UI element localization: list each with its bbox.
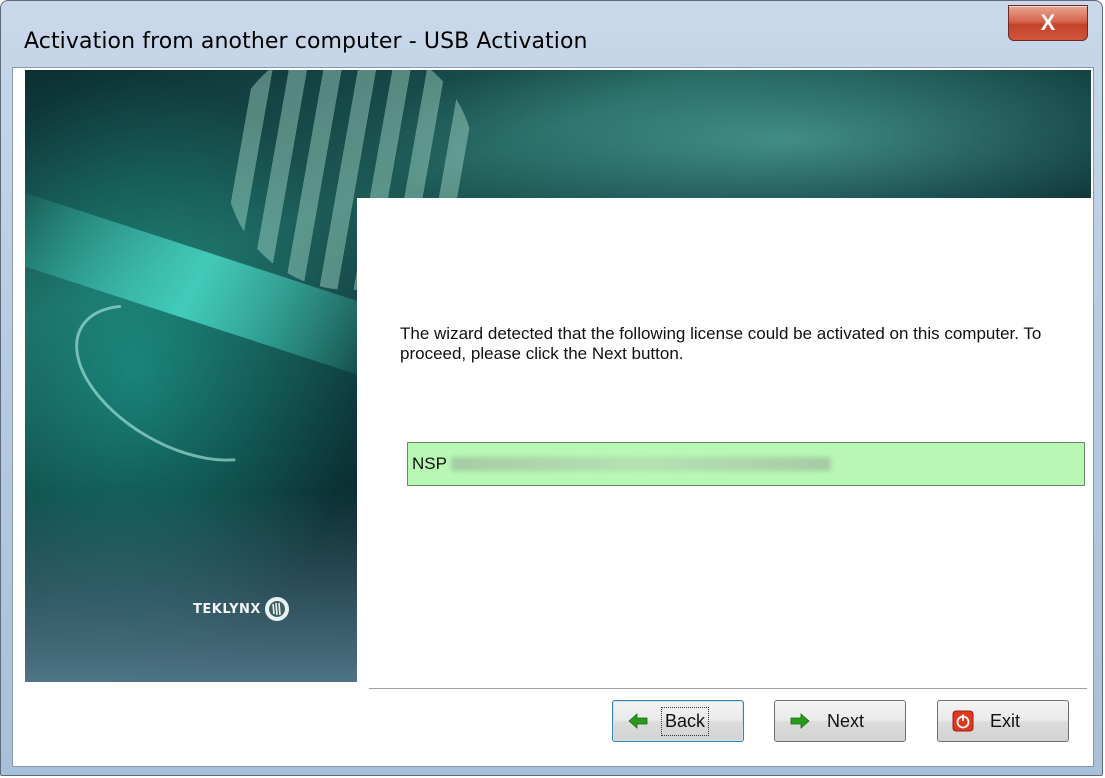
license-field: NSP <box>407 442 1085 486</box>
exit-button[interactable]: Exit <box>937 700 1069 742</box>
arrow-right-icon <box>789 710 811 732</box>
window-title: Activation from another computer - USB A… <box>24 29 588 54</box>
teklynx-logo: TEKLYNX <box>193 597 289 621</box>
license-value-redacted <box>450 457 831 471</box>
arrow-left-icon <box>627 710 649 732</box>
wizard-body: TEKLYNX The wizard detected that the fol… <box>12 67 1094 767</box>
exit-button-label: Exit <box>990 710 1021 731</box>
banner-image: TEKLYNX The wizard detected that the fol… <box>25 70 1091 682</box>
next-button-label: Next <box>827 710 865 731</box>
power-icon <box>952 710 974 732</box>
title-bar[interactable]: Activation from another computer - USB A… <box>1 1 1102 65</box>
content-panel: The wizard detected that the following l… <box>357 198 1091 682</box>
teklynx-emblem-icon <box>264 597 289 621</box>
wizard-window: Activation from another computer - USB A… <box>0 0 1103 776</box>
brand-name: TEKLYNX <box>193 601 261 617</box>
close-icon: X <box>1040 10 1056 35</box>
back-button-label: Back <box>660 706 710 736</box>
banner-shade <box>25 492 365 682</box>
license-prefix: NSP <box>412 454 447 473</box>
next-button[interactable]: Next <box>774 700 906 742</box>
footer-separator <box>369 688 1087 690</box>
close-button[interactable]: X <box>1008 5 1088 41</box>
instruction-text: The wizard detected that the following l… <box>400 324 1042 363</box>
back-button[interactable]: Back <box>612 700 744 742</box>
